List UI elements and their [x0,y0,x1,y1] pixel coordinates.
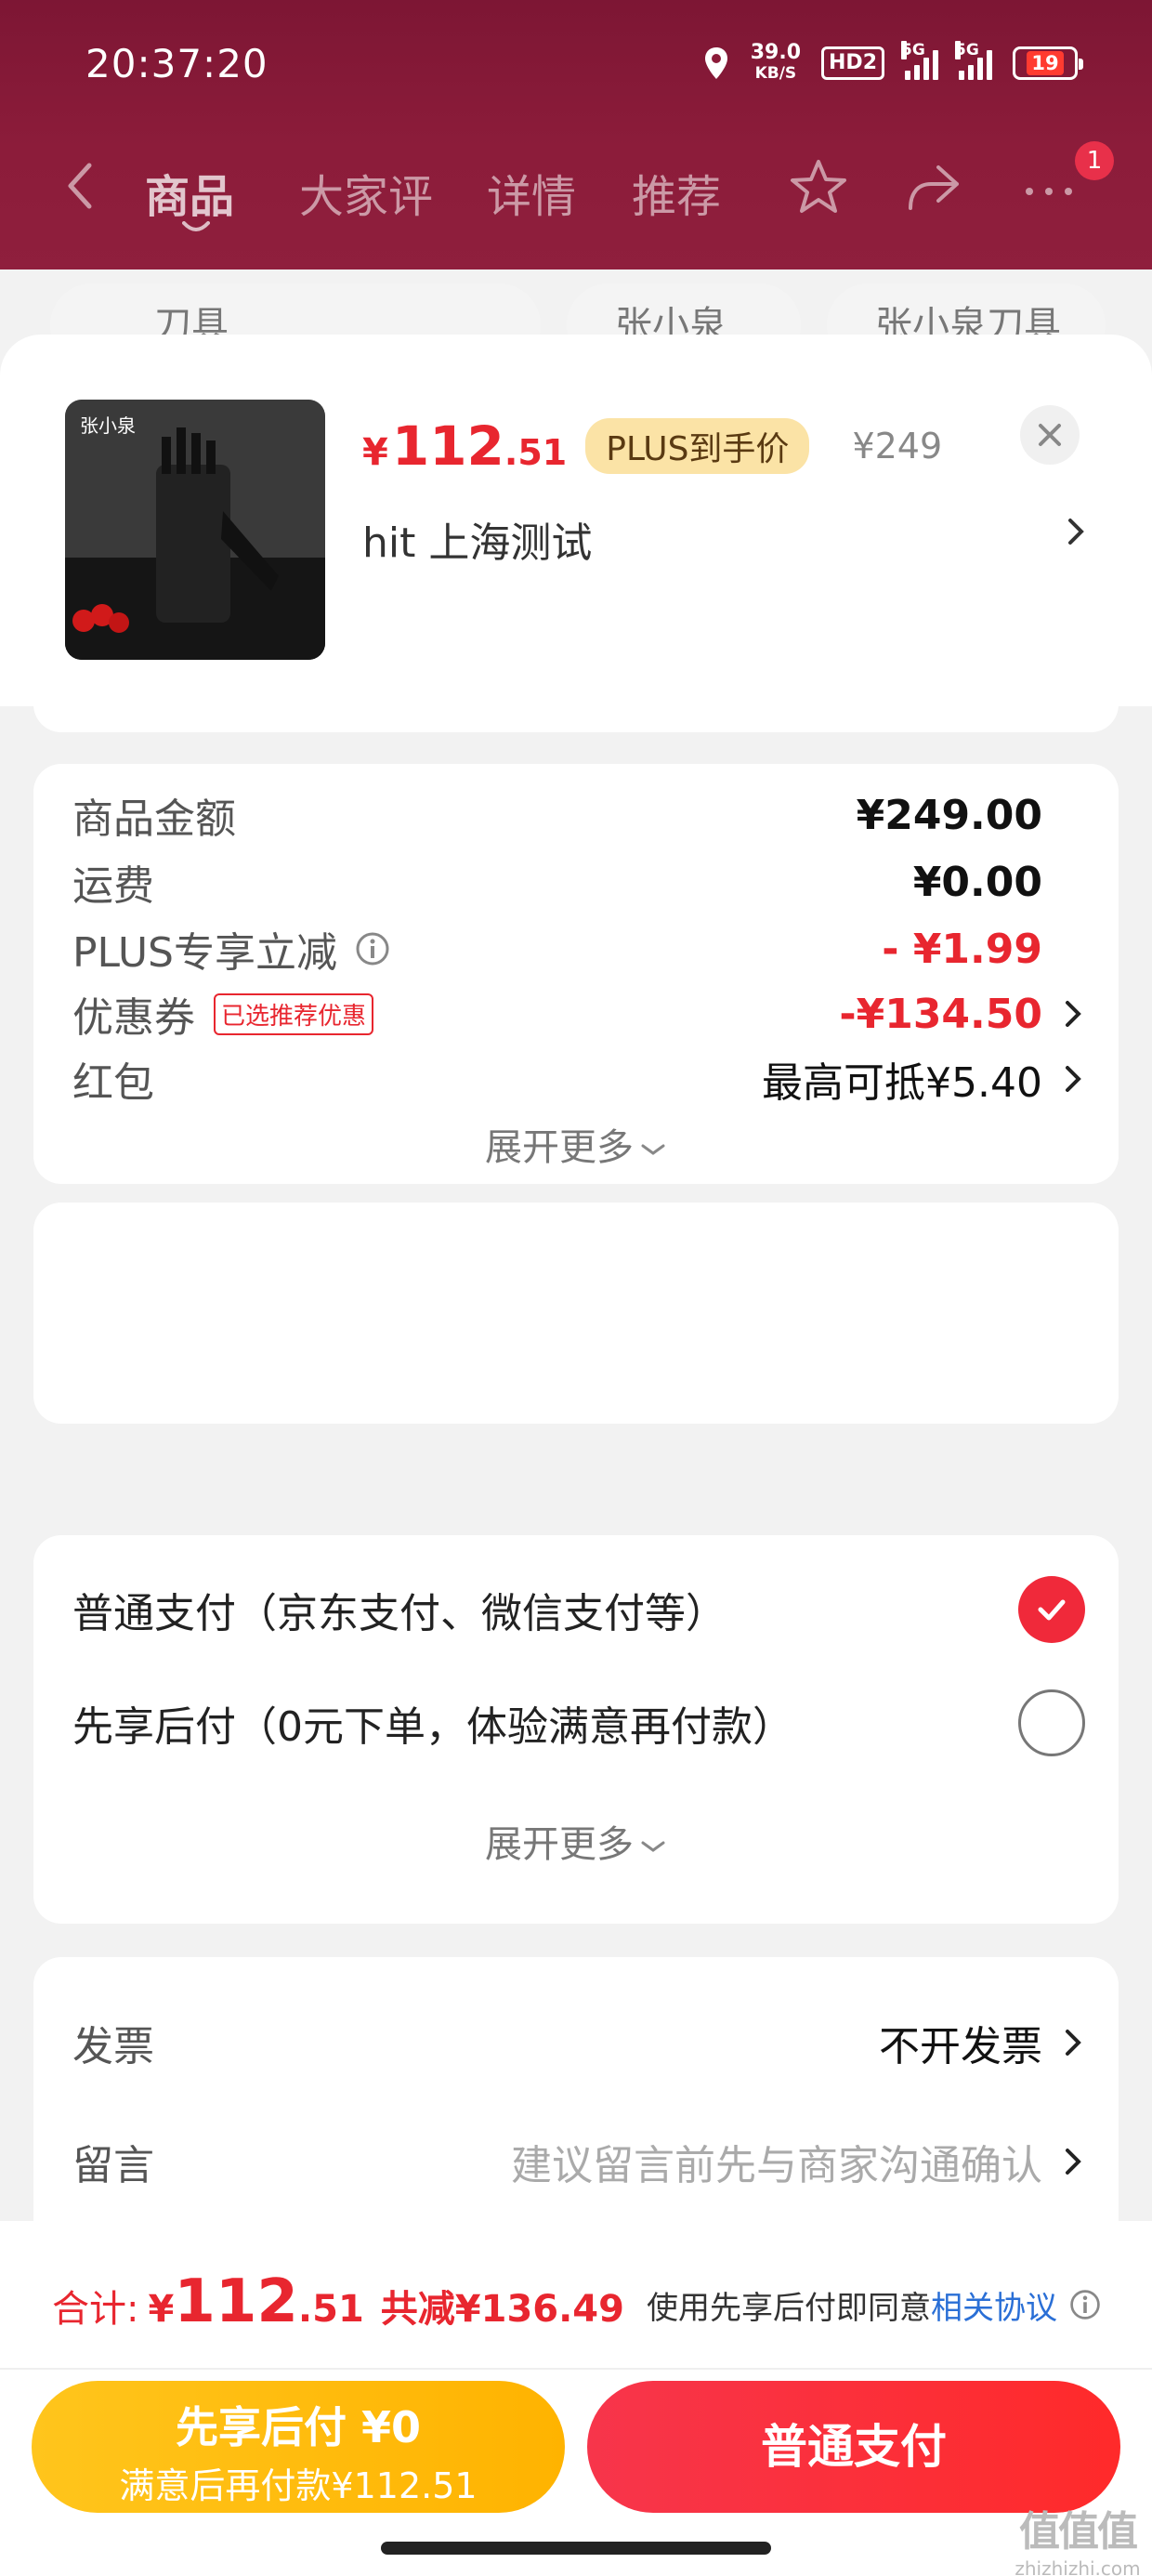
close-button[interactable] [1020,405,1080,465]
invoice-note-card: 发票 不开发票 留言 建议留言前先与商家沟通确认 [33,1957,1119,2254]
close-icon [1039,424,1061,446]
plus-price-tag: PLUS到手价 [585,418,810,474]
cost-row-coupon[interactable]: 优惠券 已选推荐优惠 -¥134.50 [72,981,1085,1046]
chevron-right-icon [1068,519,1084,545]
payment-option-normal[interactable]: 普通支付（京东支付、微信支付等） [72,1572,1085,1647]
cost-row-subtotal: 商品金额 ¥249.00 [72,791,1042,844]
expand-more-button[interactable]: 展开更多 [33,1117,1119,1171]
agreement-link[interactable]: 相关协议 [931,2282,1057,2328]
expand-more-button[interactable]: 展开更多 [33,1814,1119,1868]
tab-recommend[interactable]: 推荐 [632,160,721,225]
status-time: 20:37:20 [85,41,268,86]
original-price: ¥249 [852,426,943,467]
chevron-down-icon [641,1841,665,1852]
battery-icon: 19 [1013,46,1083,80]
star-icon[interactable] [786,154,851,219]
chevron-right-icon [1066,1001,1081,1027]
chevron-right-icon [1066,2030,1081,2056]
product-page-header: 20:37:20 39.0 KB/S HD2 5G 5G 19 商品 大家评 详情… [0,0,1152,269]
note-row[interactable]: 留言 建议留言前先与商家沟通确认 [72,2124,1085,2199]
network-speed: 39.0 KB/S [750,41,802,84]
watermark: 值值值 zhizhizhi.com [1015,2508,1141,2576]
notification-badge: 1 [1075,141,1114,180]
tab-product[interactable]: 商品 [145,160,234,225]
chevron-right-icon [1066,2149,1081,2175]
payment-method-card [33,1203,1119,1424]
location-icon [704,47,727,79]
top-navbar: 商品 大家评 详情 推荐 [0,139,1152,242]
normal-pay-button[interactable]: 普通支付 [587,2381,1120,2513]
tab-details[interactable]: 详情 [487,160,576,225]
product-image: 张小泉 [65,400,325,660]
radio-unchecked[interactable] [1018,1689,1085,1756]
agreement-text: 使用先享后付即同意 相关协议 [647,2282,1102,2328]
coupon-tag: 已选推荐优惠 [214,992,374,1035]
payment-option-later[interactable]: 先享后付（0元下单，体验满意再付款） [72,1686,1085,1760]
note-input[interactable]: 建议留言前先与商家沟通确认 [511,2132,1042,2191]
total-amount: ¥112.51 [148,2267,364,2336]
status-bar: 20:37:20 39.0 KB/S HD2 5G 5G 19 [0,0,1152,139]
chevron-down-icon [641,1144,665,1155]
tab-reviews[interactable]: 大家评 [299,160,433,225]
total-saved: 共减¥136.49 [380,2288,624,2331]
more-icon[interactable] [1016,154,1081,219]
chevron-right-icon [1066,1066,1081,1092]
pay-later-button[interactable]: 先享后付 ¥0 满意后再付款¥112.51 [32,2381,565,2513]
invoice-row[interactable]: 发票 不开发票 [72,2005,1085,2080]
spec-selector[interactable]: hit 上海测试 [362,509,1087,569]
home-indicator[interactable] [381,2542,771,2555]
address-card-edge [33,695,1119,732]
back-icon[interactable] [58,158,104,214]
check-icon [1038,1599,1066,1621]
hd-icon: HD2 [821,46,884,80]
plus-price: ¥112.51 [362,414,568,478]
product-summary: 张小泉 ¥112.51 PLUS到手价 ¥249 hit 上海测试 [0,335,1152,706]
signal-icon: 5G [901,41,938,80]
brand-mark: 张小泉 [80,414,136,437]
total-label: 合计: [52,2288,139,2331]
status-icons: 39.0 KB/S HD2 5G 5G 19 [702,41,1083,84]
total-row: 合计: ¥112.51 共减¥136.49 使用先享后付即同意 相关协议 [52,2267,1102,2342]
cost-breakdown-card: 商品金额 ¥249.00 运费 ¥0.00 PLUS专享立减 - ¥1.99 优… [33,764,1119,1184]
tab-active-indicator [182,221,210,231]
info-icon[interactable] [1068,2288,1102,2321]
cost-row-red-packet[interactable]: 红包 最高可抵¥5.40 [72,1046,1085,1111]
knife-set-image [65,400,325,660]
share-icon[interactable] [901,154,966,219]
checkout-bar: 合计: ¥112.51 共减¥136.49 使用先享后付即同意 相关协议 先享后付… [0,2221,1152,2576]
radio-checked[interactable] [1018,1576,1085,1643]
cost-row-shipping: 运费 ¥0.00 [72,858,1042,911]
payment-options-card: 普通支付（京东支付、微信支付等） 先享后付（0元下单，体验满意再付款） 展开更多 [33,1535,1119,1924]
signal-icon-2: 5G [955,41,992,80]
cost-row-plus-discount: PLUS专享立减 - ¥1.99 [72,925,1042,978]
spec-label: hit 上海测试 [362,519,593,567]
divider [0,2368,1152,2370]
price-row: ¥112.51 PLUS到手价 ¥249 [362,414,942,478]
info-icon[interactable] [354,930,391,967]
